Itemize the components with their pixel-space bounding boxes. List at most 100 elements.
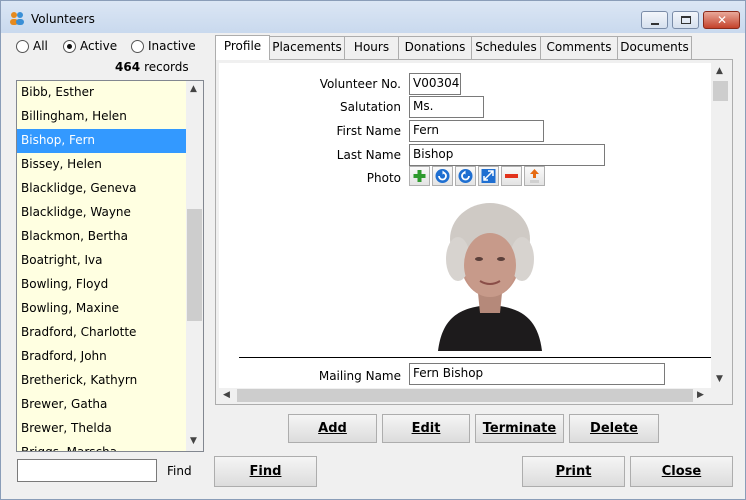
volunteer-list[interactable]: Bibb, Esther Billingham, Helen Bishop, Fer… <box>16 80 204 452</box>
remove-icon <box>505 174 518 178</box>
filter-all-radio[interactable]: All <box>16 39 48 53</box>
list-item[interactable]: Briggs, Marscha <box>17 441 187 451</box>
list-item[interactable]: Billingham, Helen <box>17 105 187 129</box>
first-name-label: First Name <box>336 124 401 138</box>
tab-documents[interactable]: Documents <box>617 36 692 59</box>
tab-schedules[interactable]: Schedules <box>471 36 541 59</box>
list-item[interactable]: Bradford, John <box>17 345 187 369</box>
find-button-label: Find <box>249 464 282 479</box>
volunteer-no-field[interactable]: V00304 <box>409 73 461 95</box>
list-item[interactable]: Bretherick, Kathyrn <box>17 369 187 393</box>
find-button[interactable]: Find <box>214 456 317 487</box>
expand-icon <box>481 169 496 183</box>
list-item[interactable]: Boatright, Iva <box>17 249 187 273</box>
filter-all-label: All <box>33 39 48 53</box>
add-button-label: Add <box>318 421 347 436</box>
list-item[interactable]: Blacklidge, Wayne <box>17 201 187 225</box>
delete-button[interactable]: Delete <box>569 414 659 443</box>
last-name-label: Last Name <box>336 148 401 162</box>
radio-dot <box>131 39 144 53</box>
photo-toolbar <box>409 166 545 186</box>
scroll-left-icon[interactable]: ◀ <box>223 390 230 400</box>
records-number: 464 <box>115 60 141 74</box>
list-item[interactable]: Blackmon, Bertha <box>17 225 187 249</box>
tab-comments[interactable]: Comments <box>540 36 618 59</box>
delete-button-label: Delete <box>590 421 638 436</box>
salutation-field[interactable]: Ms. <box>409 96 484 118</box>
list-item[interactable]: Bishop, Fern <box>17 129 187 153</box>
people-icon <box>10 12 24 25</box>
upload-icon <box>530 169 539 183</box>
list-item[interactable]: Brewer, Gatha <box>17 393 187 417</box>
filter-inactive-radio[interactable]: Inactive <box>131 39 196 53</box>
edit-button[interactable]: Edit <box>382 414 470 443</box>
close-button-label: Close <box>661 464 702 479</box>
close-window-button[interactable]: ✕ <box>703 11 740 29</box>
tab-donations[interactable]: Donations <box>398 36 472 59</box>
edit-button-label: Edit <box>411 421 441 436</box>
salutation-label: Salutation <box>340 100 401 114</box>
tab-placements[interactable]: Placements <box>269 36 345 59</box>
list-scrollbar[interactable]: ▲ ▼ <box>186 81 203 451</box>
list-item[interactable]: Bradford, Charlotte <box>17 321 187 345</box>
add-icon <box>413 170 426 182</box>
tab-profile[interactable]: Profile <box>215 35 270 60</box>
profile-content: Volunteer No. V00304 Salutation Ms. Firs… <box>219 63 711 388</box>
title-bar: Volunteers ✕ <box>1 1 745 33</box>
add-button[interactable]: Add <box>288 414 377 443</box>
last-name-field[interactable]: Bishop <box>409 144 605 166</box>
list-item[interactable]: Blacklidge, Geneva <box>17 177 187 201</box>
photo-upload-button[interactable] <box>524 166 545 186</box>
minimize-button[interactable] <box>641 11 668 29</box>
minimize-icon <box>651 23 659 25</box>
scroll-up-icon[interactable]: ▲ <box>716 66 723 76</box>
close-icon: ✕ <box>717 13 728 27</box>
mailing-name-label: Mailing Name <box>318 369 401 383</box>
radio-dot <box>16 39 29 53</box>
filter-inactive-label: Inactive <box>148 39 196 53</box>
mailing-name-field[interactable]: Fern Bishop <box>409 363 665 385</box>
photo-remove-button[interactable] <box>501 166 522 186</box>
list-item[interactable]: Brewer, Thelda <box>17 417 187 441</box>
tab-hours[interactable]: Hours <box>344 36 399 59</box>
filter-active-label: Active <box>80 39 118 53</box>
photo-rotate-right-button[interactable] <box>455 166 476 186</box>
photo-label: Photo <box>366 171 401 185</box>
radio-dot-selected <box>63 39 76 53</box>
rotate-left-icon <box>435 169 450 183</box>
scroll-right-icon[interactable]: ▶ <box>697 390 704 400</box>
find-input[interactable] <box>17 459 157 482</box>
window-title: Volunteers <box>31 12 95 26</box>
maximize-button[interactable] <box>672 11 699 29</box>
filter-active-radio[interactable]: Active <box>63 39 117 53</box>
profile-scroll-thumb[interactable] <box>713 81 728 101</box>
terminate-button[interactable]: Terminate <box>475 414 564 443</box>
terminate-button-label: Terminate <box>482 421 557 436</box>
profile-hscroll-thumb[interactable] <box>237 389 693 402</box>
photo-expand-button[interactable] <box>478 166 499 186</box>
list-item[interactable]: Bissey, Helen <box>17 153 187 177</box>
first-name-field[interactable]: Fern <box>409 120 544 142</box>
list-item[interactable]: Bowling, Floyd <box>17 273 187 297</box>
section-divider <box>239 357 711 358</box>
photo-add-button[interactable] <box>409 166 430 186</box>
profile-vertical-scrollbar[interactable]: ▲ ▼ <box>712 63 729 388</box>
profile-horizontal-scrollbar[interactable]: ◀ ▶ <box>219 388 711 403</box>
close-button[interactable]: Close <box>630 456 733 487</box>
find-label: Find <box>167 464 192 478</box>
volunteers-window: Volunteers ✕ All Active Inactive 464 reco… <box>0 0 746 500</box>
maximize-icon <box>681 16 691 24</box>
print-button-label: Print <box>555 464 592 479</box>
photo-rotate-left-button[interactable] <box>432 166 453 186</box>
records-count: 464 records <box>115 60 189 74</box>
records-label: records <box>144 60 189 74</box>
list-item[interactable]: Bibb, Esther <box>17 81 187 105</box>
profile-panel: Volunteer No. V00304 Salutation Ms. Firs… <box>215 59 733 405</box>
list-scroll-thumb[interactable] <box>187 209 202 321</box>
scroll-up-icon[interactable]: ▲ <box>190 84 197 94</box>
rotate-right-icon <box>458 169 473 183</box>
list-item[interactable]: Bowling, Maxine <box>17 297 187 321</box>
scroll-down-icon[interactable]: ▼ <box>716 374 723 384</box>
scroll-down-icon[interactable]: ▼ <box>190 436 197 446</box>
print-button[interactable]: Print <box>522 456 625 487</box>
